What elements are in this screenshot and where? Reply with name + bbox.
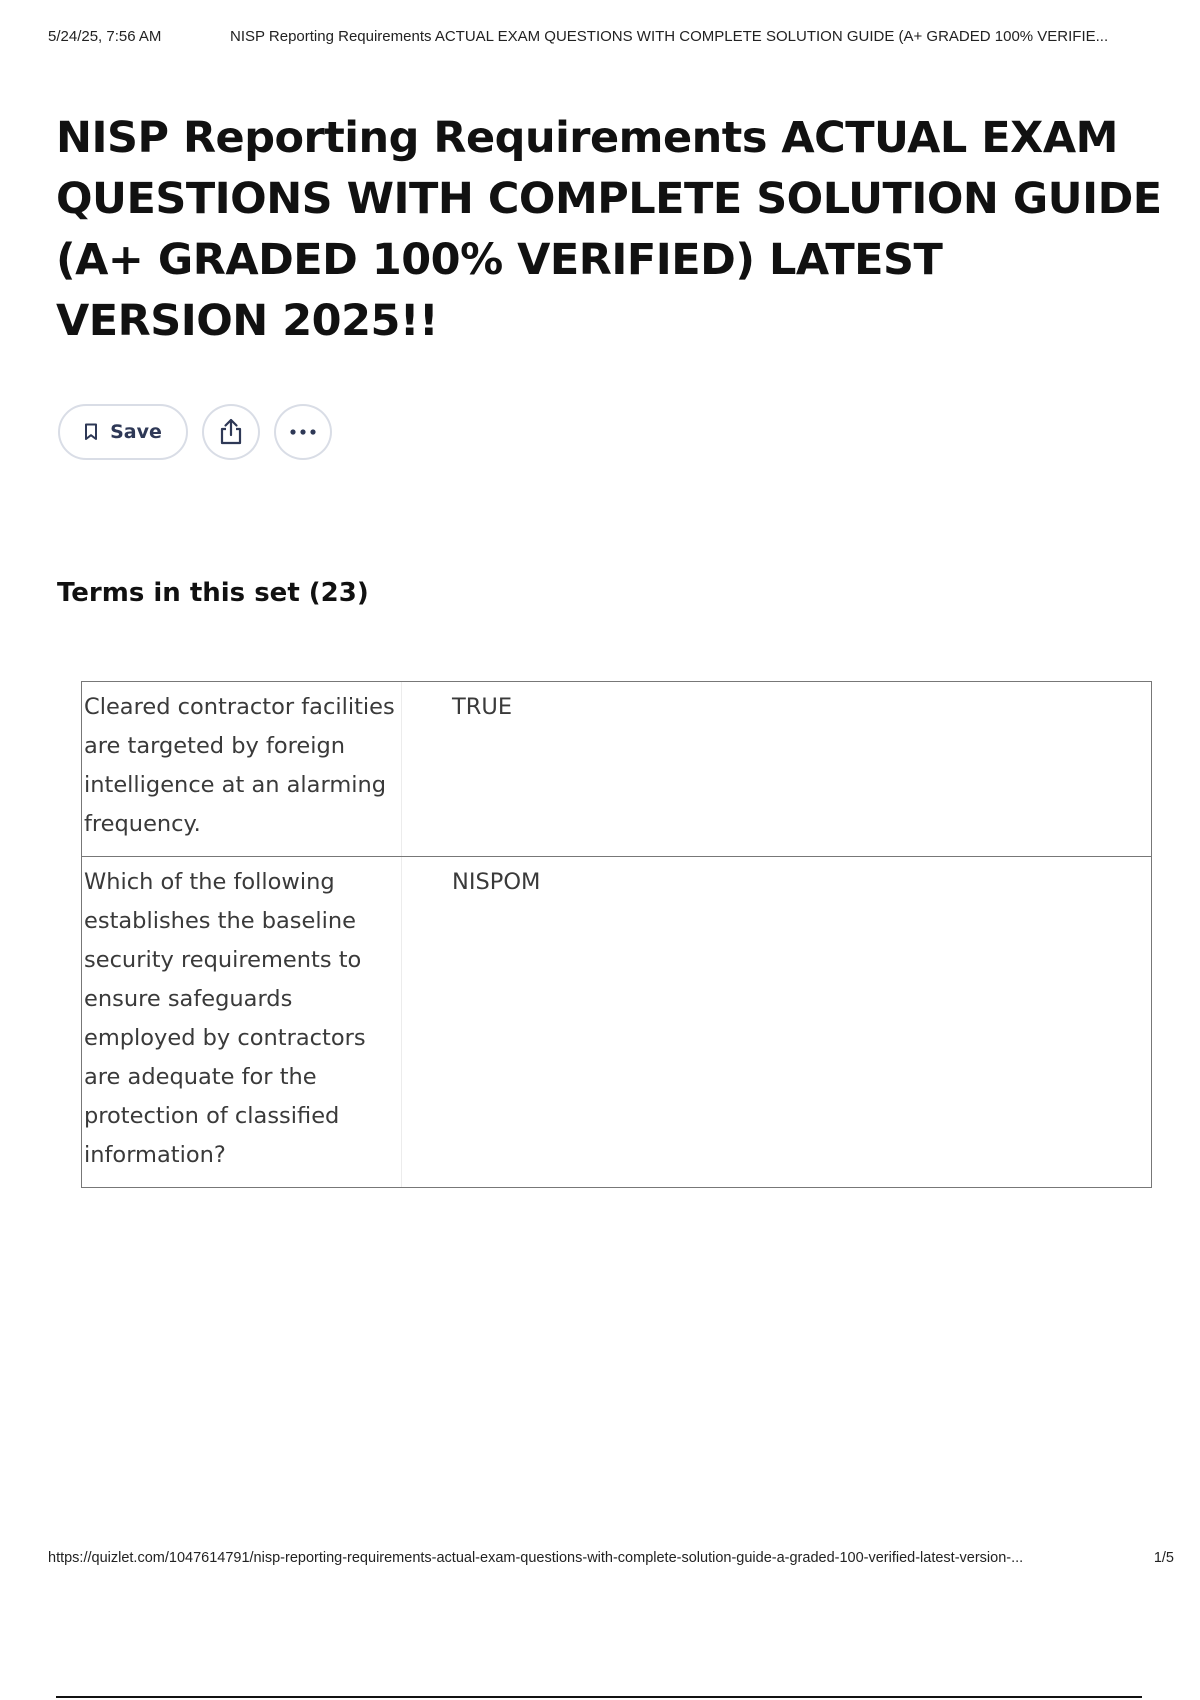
more-options-button[interactable]	[274, 404, 332, 460]
definition-text: NISPOM	[452, 869, 541, 895]
term-row: Which of the following establishes the b…	[82, 856, 1151, 1187]
save-button[interactable]: Save	[58, 404, 188, 460]
term-text: Which of the following establishes the b…	[82, 857, 402, 1187]
share-button[interactable]	[202, 404, 260, 460]
print-datetime: 5/24/25, 7:56 AM	[48, 28, 162, 45]
page-number: 1/5	[1153, 1550, 1174, 1566]
term-row: Cleared contractor facilities are target…	[82, 682, 1151, 856]
share-icon	[218, 418, 244, 446]
definition-text: TRUE	[452, 694, 513, 720]
bookmark-icon	[84, 423, 98, 441]
terms-table: Cleared contractor facilities are target…	[81, 681, 1152, 1188]
page-title: NISP Reporting Requirements ACTUAL EXAM …	[56, 113, 1162, 346]
print-doc-title: NISP Reporting Requirements ACTUAL EXAM …	[230, 28, 1109, 45]
print-header: 5/24/25, 7:56 AM NISP Reporting Requirem…	[48, 28, 1172, 50]
save-button-label: Save	[110, 421, 162, 443]
term-text: Cleared contractor facilities are target…	[82, 682, 402, 856]
terms-heading: Terms in this set (23)	[57, 578, 369, 608]
more-horizontal-icon	[289, 428, 317, 436]
divider	[56, 1696, 1142, 1698]
print-url: https://quizlet.com/1047614791/nisp-repo…	[48, 1550, 1024, 1566]
print-footer: https://quizlet.com/1047614791/nisp-repo…	[48, 1550, 1174, 1572]
